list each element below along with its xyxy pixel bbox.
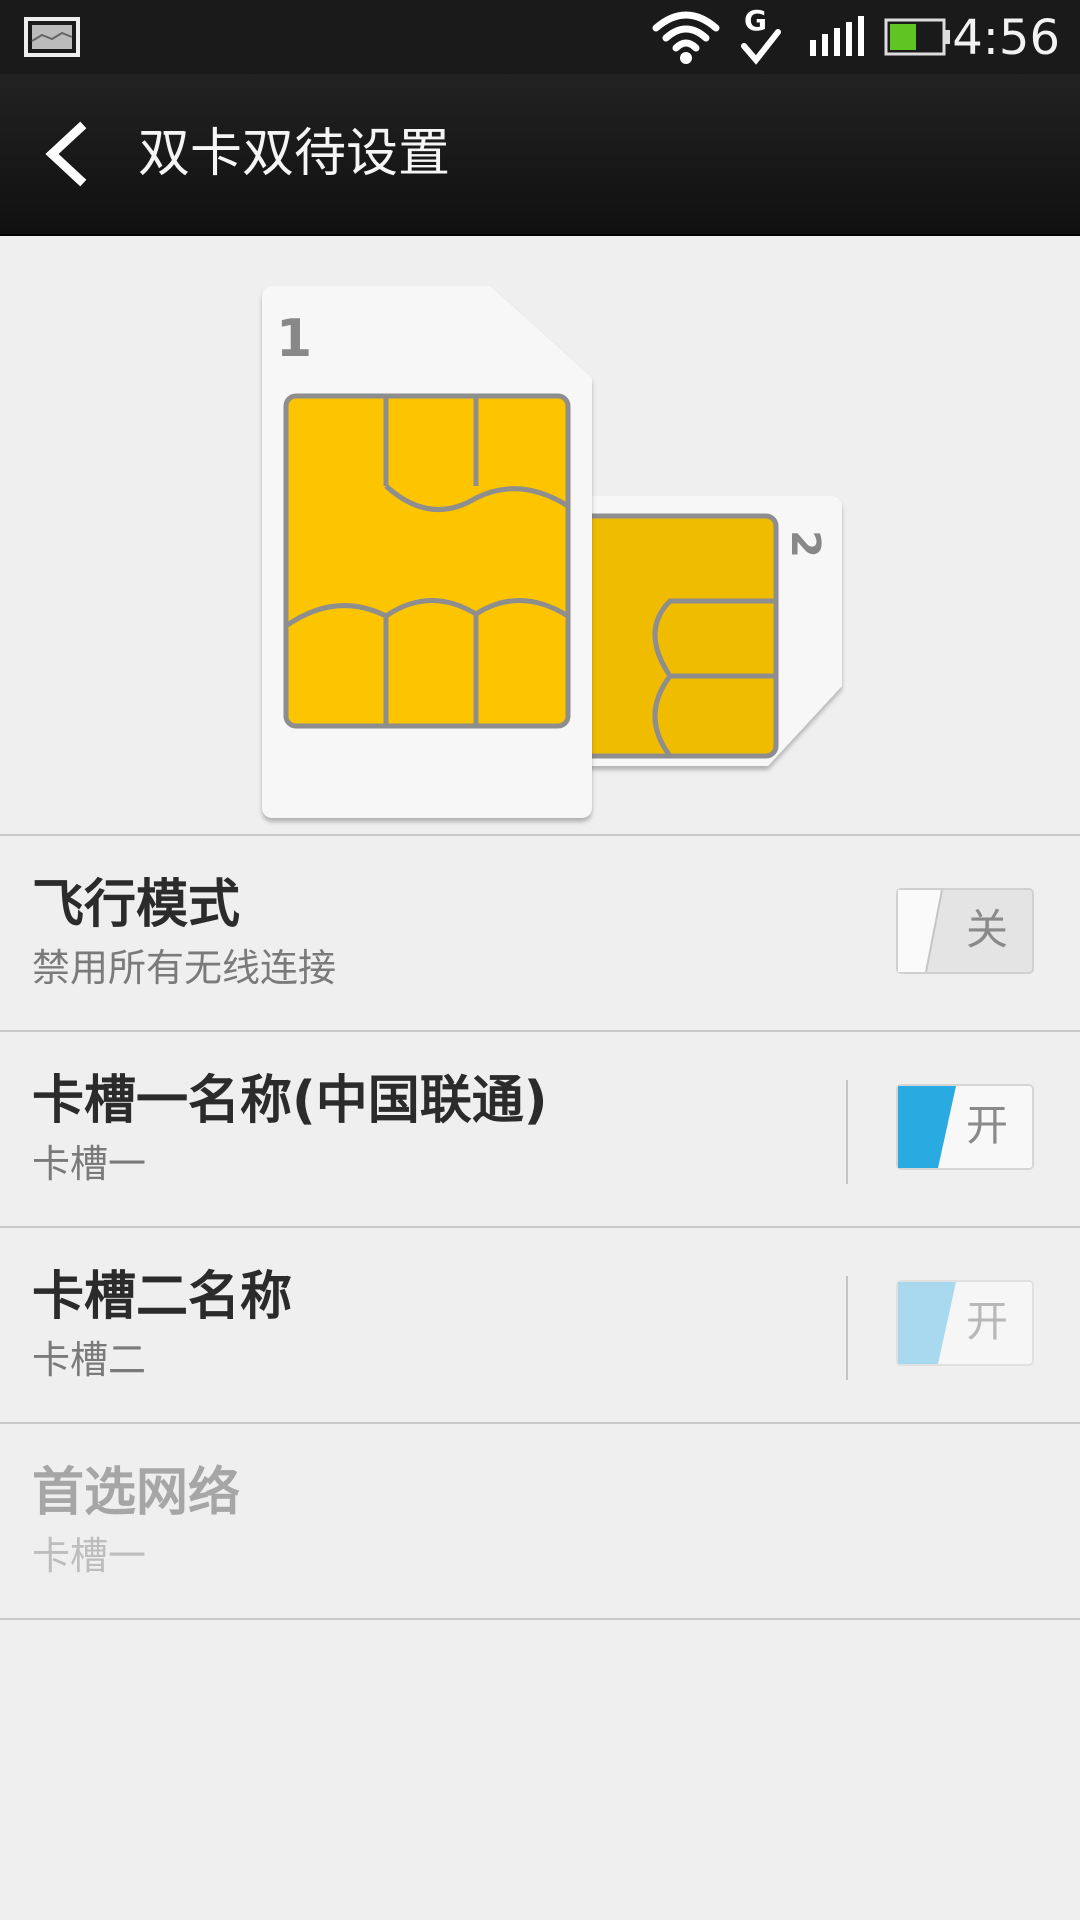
sim1-label: 1 (276, 309, 312, 369)
vertical-separator (846, 1080, 848, 1184)
action-bar: 双卡双待设置 (0, 74, 1080, 236)
signal-icon (810, 16, 864, 56)
chevron-left-icon[interactable] (30, 114, 110, 194)
setting-airplane-mode[interactable]: 飞行模式 禁用所有无线连接 关 (0, 836, 1080, 1030)
toggle-label: 开 (965, 1101, 1008, 1150)
sim-illustration: 2 1 (0, 236, 1080, 834)
dual-sim-illustration: 2 1 (262, 286, 842, 818)
sim1-toggle[interactable]: 开 (896, 1084, 1034, 1170)
toggle-label: 关 (965, 905, 1008, 954)
setting-subtitle: 卡槽一 (32, 1534, 147, 1578)
battery-icon (884, 18, 950, 56)
setting-title: 卡槽二名称 (32, 1267, 293, 1327)
setting-preferred-network[interactable]: 首选网络 卡槽一 (0, 1424, 1080, 1618)
setting-subtitle: 卡槽一 (32, 1142, 147, 1186)
g-data-icon: G (741, 4, 781, 65)
setting-title: 卡槽一名称(中国联通) (32, 1071, 548, 1131)
page-title: 双卡双待设置 (138, 124, 451, 184)
setting-subtitle: 卡槽二 (32, 1338, 147, 1382)
status-bar: G 4:56 (0, 0, 1080, 74)
setting-sim2-name[interactable]: 卡槽二名称 卡槽二 开 (0, 1228, 1080, 1422)
setting-subtitle: 禁用所有无线连接 (32, 946, 337, 990)
notification-image-icon (24, 17, 80, 57)
setting-sim1-name[interactable]: 卡槽一名称(中国联通) 卡槽一 开 (0, 1032, 1080, 1226)
toggle-label: 开 (965, 1297, 1008, 1346)
clock-text: 4:56 (952, 10, 1060, 66)
sim2-label: 2 (782, 530, 828, 558)
divider (0, 1618, 1080, 1620)
sim2-toggle[interactable]: 开 (896, 1280, 1034, 1366)
svg-text:G: G (744, 4, 767, 37)
wifi-icon (652, 11, 720, 64)
vertical-separator (846, 1276, 848, 1380)
setting-title: 飞行模式 (32, 875, 241, 935)
airplane-mode-toggle[interactable]: 关 (896, 888, 1034, 974)
setting-title: 首选网络 (32, 1463, 241, 1523)
